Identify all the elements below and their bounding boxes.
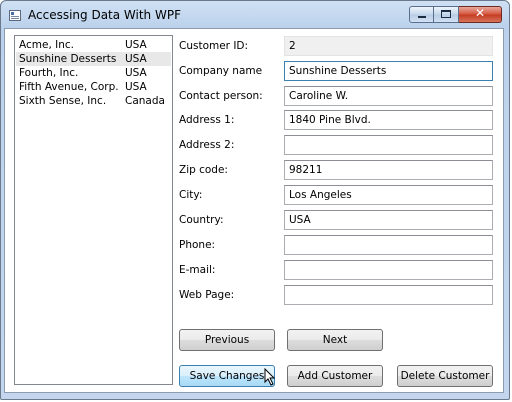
zip-code-field[interactable] [284, 160, 493, 180]
maximize-button[interactable] [434, 6, 459, 23]
zip-code-label: Zip code: [179, 164, 228, 176]
web-page-label: Web Page: [179, 289, 235, 301]
country-label: Country: [179, 214, 224, 226]
contact-person-label: Contact person: [179, 90, 263, 102]
next-button[interactable]: Next [287, 329, 383, 351]
close-button[interactable]: ✕ [459, 6, 502, 23]
customer-name: Fifth Avenue, Corp. [19, 81, 119, 93]
previous-button[interactable]: Previous [179, 329, 275, 351]
customer-list[interactable]: Acme, Inc. USA Sunshine Desserts USA Fou… [14, 35, 173, 385]
customer-country: USA [125, 67, 147, 79]
maximize-icon [441, 10, 451, 18]
app-icon[interactable] [9, 10, 21, 21]
window-title: Accessing Data With WPF [28, 8, 181, 22]
customer-name: Sixth Sense, Inc. [19, 95, 107, 107]
company-name-field[interactable] [284, 61, 493, 81]
customer-name: Acme, Inc. [19, 39, 74, 51]
customer-id-label: Customer ID: [179, 40, 249, 52]
address1-field[interactable] [284, 110, 493, 130]
list-item[interactable]: Fourth, Inc. USA [16, 66, 171, 80]
minimize-icon [418, 16, 426, 18]
delete-customer-button[interactable]: Delete Customer [397, 365, 493, 387]
customer-country: USA [125, 81, 147, 93]
caption-buttons: ✕ [409, 6, 502, 23]
contact-person-field[interactable] [284, 86, 493, 106]
save-changes-button[interactable]: Save Changes [179, 365, 275, 387]
close-icon: ✕ [475, 6, 486, 20]
city-label: City: [179, 189, 203, 201]
customer-id-field [284, 36, 493, 56]
city-field[interactable] [284, 185, 493, 205]
country-field[interactable] [284, 210, 493, 230]
address1-label: Address 1: [179, 114, 235, 126]
list-item[interactable]: Acme, Inc. USA [16, 38, 171, 52]
customer-country: USA [125, 53, 147, 65]
email-label: E-mail: [179, 264, 216, 276]
phone-label: Phone: [179, 239, 216, 251]
email-field[interactable] [284, 260, 493, 280]
minimize-button[interactable] [409, 6, 434, 23]
mouse-cursor-icon [264, 368, 276, 386]
customer-name: Fourth, Inc. [19, 67, 79, 79]
list-item-selected[interactable]: Sunshine Desserts USA [16, 52, 171, 66]
list-item[interactable]: Sixth Sense, Inc. Canada [16, 94, 171, 108]
title-bar[interactable]: Accessing Data With WPF ✕ [1, 1, 509, 29]
customer-country: USA [125, 39, 147, 51]
customer-country: Canada [125, 95, 165, 107]
phone-field[interactable] [284, 235, 493, 255]
customer-name: Sunshine Desserts [19, 53, 117, 65]
add-customer-button[interactable]: Add Customer [287, 365, 383, 387]
web-page-field[interactable] [284, 285, 493, 305]
address2-field[interactable] [284, 135, 493, 155]
company-name-label: Company name [179, 65, 263, 77]
list-item[interactable]: Fifth Avenue, Corp. USA [16, 80, 171, 94]
address2-label: Address 2: [179, 139, 235, 151]
